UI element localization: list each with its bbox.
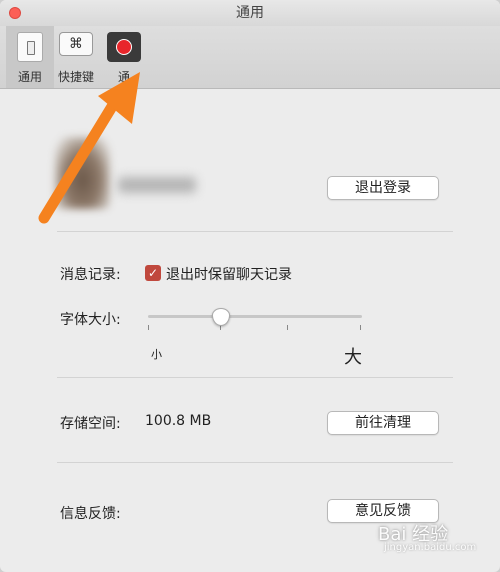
- keep-history-checkbox[interactable]: ✓: [145, 265, 161, 281]
- tab-shortcuts[interactable]: ⌘ 快捷键: [52, 26, 100, 88]
- toolbar: 通用 ⌘ 快捷键 通: [0, 26, 500, 89]
- tab-general-label: 通用: [17, 70, 42, 84]
- tab-general[interactable]: 通用: [6, 26, 54, 88]
- font-size-slider[interactable]: [148, 315, 362, 318]
- clear-storage-button[interactable]: 前往清理: [327, 411, 439, 435]
- watermark-url: jingyan.baidu.com: [384, 542, 477, 553]
- feedback-label: 信息反馈:: [60, 506, 121, 522]
- command-key-icon: ⌘: [59, 32, 93, 56]
- storage-label: 存储空间:: [60, 416, 121, 432]
- general-settings-panel: 退出登录 消息记录: ✓ 退出时保留聊天记录 字体大小: 小 大 存储空间: 1…: [0, 89, 500, 572]
- account-name: [118, 177, 196, 193]
- tab-notifications-label: 通: [117, 70, 130, 84]
- messages-label: 消息记录:: [60, 267, 121, 283]
- font-size-large-label: 大: [344, 347, 362, 368]
- close-window-button[interactable]: [9, 7, 21, 19]
- slider-tick: [148, 325, 149, 330]
- preferences-window: 通用 通用 ⌘ 快捷键 通 退出登录 消息记录: ✓ 退出时保留聊天记录 字体大…: [0, 0, 500, 572]
- storage-value: 100.8 MB: [145, 413, 212, 429]
- font-size-slider-thumb[interactable]: [212, 308, 230, 326]
- divider: [57, 462, 453, 463]
- switch-icon: [17, 32, 43, 62]
- window-title: 通用: [236, 5, 264, 21]
- keep-history-label: 退出时保留聊天记录: [166, 267, 292, 283]
- divider: [57, 231, 453, 232]
- slider-tick: [287, 325, 288, 330]
- title-bar: 通用: [0, 0, 500, 26]
- record-icon: [107, 32, 141, 62]
- logout-button[interactable]: 退出登录: [327, 176, 439, 200]
- tab-notifications[interactable]: 通: [100, 26, 148, 88]
- slider-tick: [360, 325, 361, 330]
- divider: [57, 377, 453, 378]
- tab-shortcuts-label: 快捷键: [57, 70, 94, 84]
- font-size-label: 字体大小:: [60, 312, 121, 328]
- font-size-small-label: 小: [151, 348, 162, 361]
- avatar: [55, 137, 110, 209]
